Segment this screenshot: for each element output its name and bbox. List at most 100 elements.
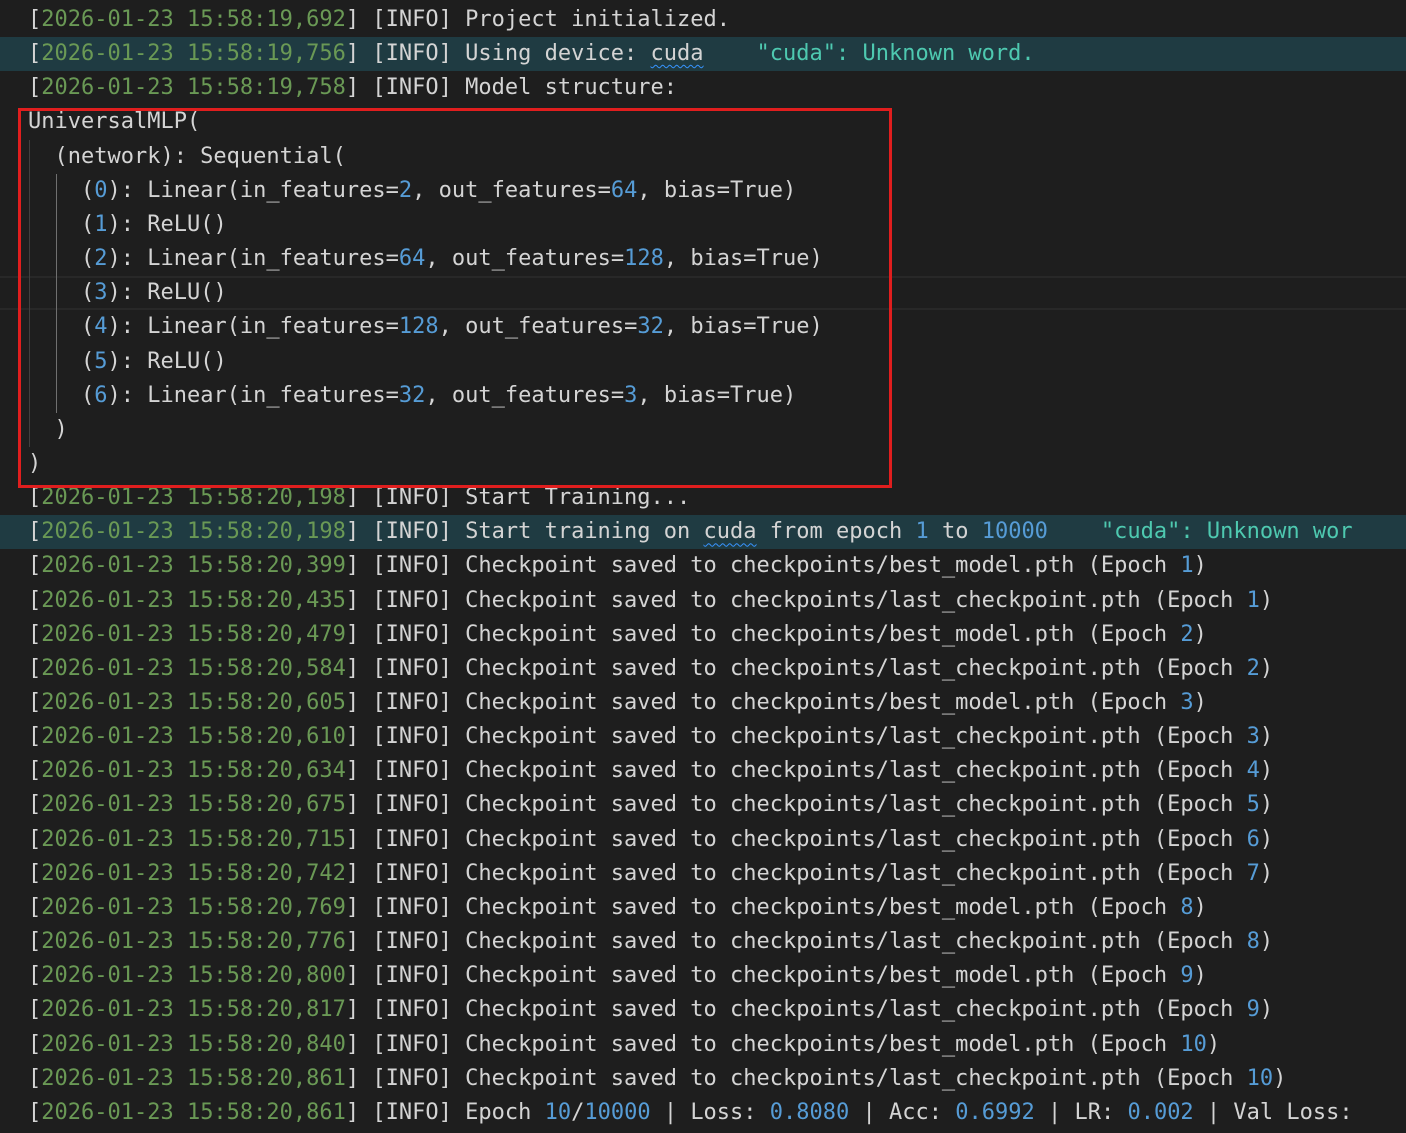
layer-index: 2 <box>94 246 108 272</box>
checkpoint-log-line[interactable]: [2026-01-23 15:58:20,610] [INFO] Checkpo… <box>0 720 1406 754</box>
checkpoint-log-line[interactable]: [2026-01-23 15:58:20,800] [INFO] Checkpo… <box>0 959 1406 993</box>
log-line[interactable]: [2026-01-23 15:58:19,692] [INFO] Project… <box>0 3 1406 37</box>
layer-def: ): Linear(in_features= <box>107 177 399 203</box>
model-line[interactable]: UniversalMLP( <box>0 105 1406 139</box>
checkpoint-log-line[interactable]: [2026-01-23 15:58:20,715] [INFO] Checkpo… <box>0 823 1406 857</box>
paren: ) <box>1259 655 1274 681</box>
paren: ) <box>1193 690 1207 715</box>
epoch-number: 1 <box>1180 553 1194 579</box>
log-message: Checkpoint saved to checkpoints/last_che… <box>465 929 1247 955</box>
log-line[interactable]: [2026-01-23 15:58:20,198] [INFO] Start T… <box>0 481 1406 515</box>
log-line-content: [2026-01-23 15:58:19,692] [INFO] Project… <box>28 3 730 37</box>
log-line-content: [2026-01-23 15:58:20,861] [INFO] Checkpo… <box>28 1062 1286 1096</box>
bracket: [ <box>28 758 42 784</box>
log-message: Checkpoint saved to checkpoints/last_che… <box>465 997 1247 1023</box>
model-line[interactable]: ) <box>0 447 1406 481</box>
log-level: [INFO] <box>372 690 466 715</box>
checkpoint-log-line[interactable]: [2026-01-23 15:58:20,584] [INFO] Checkpo… <box>0 652 1406 686</box>
log-timestamp: 2026-01-23 15:58:20,675 <box>41 792 346 818</box>
log-line-highlighted[interactable]: [2026-01-23 15:58:20,198] [INFO] Start t… <box>0 515 1406 550</box>
log-message: Checkpoint saved to checkpoints/last_che… <box>465 724 1247 750</box>
log-level: [INFO] <box>372 621 466 647</box>
log-line-content: [2026-01-23 15:58:20,840] [INFO] Checkpo… <box>28 1028 1220 1062</box>
log-timestamp: 2026-01-23 15:58:20,800 <box>41 963 346 989</box>
epoch-number: 2 <box>1246 655 1260 681</box>
log-timestamp: 2026-01-23 15:58:20,840 <box>41 1031 346 1057</box>
acc-value: 0.6992 <box>955 1099 1035 1125</box>
log-timestamp: 2026-01-23 15:58:19,692 <box>41 7 346 32</box>
log-level: [INFO] <box>372 860 466 886</box>
log-timestamp: 2026-01-23 15:58:20,584 <box>41 655 346 681</box>
model-layer-line[interactable]: (5): ReLU() <box>0 345 1406 379</box>
layer-index: 0 <box>94 177 108 203</box>
bracket: ] <box>345 41 373 67</box>
layer-def: ): Linear(in_features= <box>107 382 399 408</box>
checkpoint-log-line[interactable]: [2026-01-23 15:58:20,742] [INFO] Checkpo… <box>0 857 1406 891</box>
checkpoint-log-line[interactable]: [2026-01-23 15:58:20,840] [INFO] Checkpo… <box>0 1028 1406 1062</box>
layer-def: ): Linear(in_features= <box>107 314 399 340</box>
epoch-number: 10 <box>1246 1065 1274 1091</box>
log-line-content: [2026-01-23 15:58:20,435] [INFO] Checkpo… <box>28 584 1273 618</box>
bracket: [ <box>28 621 42 647</box>
epoch-total: 10000 <box>584 1099 651 1125</box>
bracket: [ <box>28 724 42 750</box>
indent-guide <box>56 173 57 413</box>
checkpoint-log-line[interactable]: [2026-01-23 15:58:20,399] [INFO] Checkpo… <box>0 549 1406 583</box>
layer-def: , out_features= <box>425 382 625 408</box>
bracket: ] <box>345 758 373 784</box>
model-line[interactable]: ) <box>0 413 1406 447</box>
log-message: Checkpoint saved to checkpoints/last_che… <box>465 826 1247 852</box>
paren: ) <box>1193 963 1207 989</box>
log-timestamp: 2026-01-23 15:58:20,479 <box>41 621 346 647</box>
checkpoint-log-line[interactable]: [2026-01-23 15:58:20,675] [INFO] Checkpo… <box>0 788 1406 822</box>
checkpoint-log-line[interactable]: [2026-01-23 15:58:20,861] [INFO] Checkpo… <box>0 1062 1406 1096</box>
bracket: ] <box>345 621 373 647</box>
model-line[interactable]: (network): Sequential( <box>0 140 1406 174</box>
model-layer-line[interactable]: (4): Linear(in_features=128, out_feature… <box>0 310 1406 344</box>
log-message: Start training on <box>465 519 704 545</box>
epoch-number: 9 <box>1246 997 1260 1023</box>
log-line-content: [2026-01-23 15:58:19,758] [INFO] Model s… <box>28 71 677 105</box>
paren: ) <box>1193 894 1207 920</box>
epoch-summary-line[interactable]: [2026-01-23 15:58:20,861] [INFO] Epoch 1… <box>0 1096 1406 1130</box>
layer-def: ): ReLU() <box>107 211 227 237</box>
model-layer-line[interactable]: (0): Linear(in_features=2, out_features=… <box>0 174 1406 208</box>
model-layer-line[interactable]: (2): Linear(in_features=64, out_features… <box>0 242 1406 276</box>
checkpoint-log-line[interactable]: [2026-01-23 15:58:20,776] [INFO] Checkpo… <box>0 925 1406 959</box>
layer-def: , bias=True) <box>637 177 797 203</box>
model-layer-line[interactable]: (1): ReLU() <box>0 208 1406 242</box>
model-layer-line[interactable]: (3): ReLU() <box>0 276 1406 311</box>
log-message: to <box>928 519 982 545</box>
bracket: [ <box>28 519 42 545</box>
paren: ( <box>28 246 95 272</box>
layer-def: ): Linear(in_features= <box>107 246 399 272</box>
log-line-content: (5): ReLU() <box>28 345 227 379</box>
bracket: [ <box>28 826 42 852</box>
checkpoint-log-line[interactable]: [2026-01-23 15:58:20,435] [INFO] Checkpo… <box>0 584 1406 618</box>
log-line-content: [2026-01-23 15:58:20,675] [INFO] Checkpo… <box>28 788 1273 822</box>
epoch-number: 9 <box>1180 963 1194 989</box>
bracket: ] <box>345 724 373 750</box>
checkpoint-log-line[interactable]: [2026-01-23 15:58:20,634] [INFO] Checkpo… <box>0 754 1406 788</box>
log-level: [INFO] <box>372 1065 466 1091</box>
log-line-highlighted[interactable]: [2026-01-23 15:58:19,756] [INFO] Using d… <box>0 37 1406 72</box>
checkpoint-log-line[interactable]: [2026-01-23 15:58:20,479] [INFO] Checkpo… <box>0 618 1406 652</box>
checkpoint-log-line[interactable]: [2026-01-23 15:58:20,605] [INFO] Checkpo… <box>0 686 1406 720</box>
log-line[interactable]: [2026-01-23 15:58:19,758] [INFO] Model s… <box>0 71 1406 105</box>
bracket: [ <box>28 7 42 32</box>
bracket: ] <box>345 860 373 886</box>
log-timestamp: 2026-01-23 15:58:20,634 <box>41 758 346 784</box>
epoch-number: 3 <box>1246 724 1260 750</box>
log-level: [INFO] <box>372 826 466 852</box>
log-line-content: (6): Linear(in_features=32, out_features… <box>28 379 796 413</box>
bracket: [ <box>28 997 42 1023</box>
paren: ( <box>28 348 95 374</box>
bracket: [ <box>28 587 42 613</box>
checkpoint-log-line[interactable]: [2026-01-23 15:58:20,817] [INFO] Checkpo… <box>0 993 1406 1027</box>
log-output-editor[interactable]: [2026-01-23 15:58:19,692] [INFO] Project… <box>0 0 1406 1133</box>
model-layer-line[interactable]: (6): Linear(in_features=32, out_features… <box>0 379 1406 413</box>
checkpoint-log-line[interactable]: [2026-01-23 15:58:20,769] [INFO] Checkpo… <box>0 891 1406 925</box>
log-level: [INFO] <box>372 997 466 1023</box>
layer-def: , out_features= <box>425 246 625 272</box>
bracket: ] <box>345 1065 373 1091</box>
